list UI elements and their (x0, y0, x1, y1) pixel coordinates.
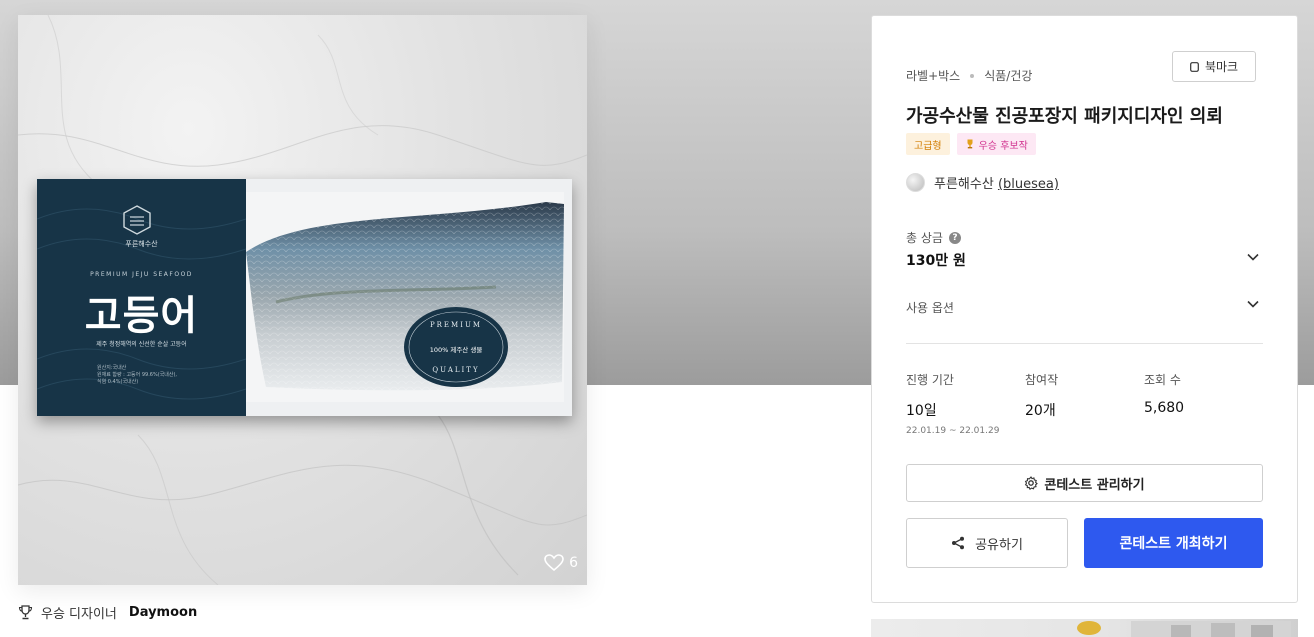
package-info-line: 원산지:국내산 (97, 365, 127, 371)
mackerel-fillet-image: PREMIUM 100% 제주산 생물 QUALITY (246, 202, 564, 391)
avatar (906, 173, 925, 192)
like-counter[interactable]: 6 (544, 554, 578, 572)
package-label-panel: 푸른해수산 PREMIUM JEJU SEAFOOD 고등어 제주 청정해역의 … (37, 179, 246, 416)
grade-badge: 고급형 (906, 133, 950, 155)
share-button[interactable]: 공유하기 (906, 518, 1068, 568)
trophy-icon (18, 605, 33, 620)
stat-label: 진행 기간 (906, 373, 954, 387)
chevron-down-icon[interactable] (1246, 250, 1260, 264)
manage-contest-button[interactable]: 콘테스트 관리하기 (906, 464, 1263, 502)
designer-prefix: 우승 디자이너 (41, 607, 117, 622)
stat-period: 진행 기간 10일 22.01.19 ~ 22.01.29 (906, 371, 999, 436)
stat-entries: 참여작 20개 (1025, 371, 1058, 420)
contest-info-panel: 라벨+박스 식품/건강 북마크 가공수산물 진공포장지 패키지디자인 의뢰 고급… (871, 15, 1298, 603)
host-id[interactable]: (bluesea) (998, 177, 1059, 192)
category-secondary[interactable]: 식품/건강 (984, 67, 1032, 84)
preview-graphic (1077, 621, 1291, 637)
next-item-preview[interactable] (871, 619, 1298, 637)
bookmark-label: 북마크 (1204, 60, 1239, 74)
prize-value: 130만 원 (906, 253, 966, 269)
seal-center-text: 100% 제주산 생물 (430, 345, 483, 354)
period-range: 22.01.19 ~ 22.01.29 (906, 426, 1000, 436)
bookmark-button[interactable]: 북마크 (1172, 51, 1256, 82)
package-window: PREMIUM 100% 제주산 생물 QUALITY (246, 192, 564, 402)
contest-title: 가공수산물 진공포장지 패키지디자인 의뢰 (906, 106, 1223, 127)
chevron-down-icon[interactable] (1246, 297, 1260, 311)
category-breadcrumb: 라벨+박스 식품/건강 (906, 67, 1032, 84)
heart-icon (544, 554, 564, 572)
category-primary[interactable]: 라벨+박스 (906, 67, 960, 84)
divider (906, 343, 1263, 344)
package-english: PREMIUM JEJU SEAFOOD (90, 271, 193, 278)
stat-value: 10일 (906, 403, 937, 419)
host-contest-button[interactable]: 콘테스트 개최하기 (1084, 518, 1263, 568)
package-box: 푸른해수산 PREMIUM JEJU SEAFOOD 고등어 제주 청정해역의 … (37, 179, 572, 416)
package-info-line: 원재료 함량 : 고등어 99.6%(국내산), (97, 372, 178, 378)
package-subtitle: 제주 청정해역의 신선한 순살 고등어 (96, 341, 187, 348)
option-label: 사용 옵션 (906, 301, 954, 315)
designer-name[interactable]: Daymoon (129, 605, 197, 620)
package-info-line: 식염 0.4%(국내산) (97, 379, 139, 385)
seal-bottom-text: QUALITY (432, 366, 479, 374)
help-icon[interactable]: ? (948, 231, 961, 244)
trophy-icon (967, 139, 973, 149)
stat-value: 20개 (1025, 403, 1056, 419)
prize-label-text: 총 상금 (906, 231, 943, 245)
stat-value: 5,680 (1144, 400, 1185, 416)
like-count: 6 (569, 555, 578, 571)
winner-candidate-badge: 우승 후보작 (956, 133, 1036, 155)
package-brand: 푸른해수산 (125, 240, 158, 248)
share-label: 공유하기 (975, 537, 1023, 553)
prize-label: 총 상금 ? (906, 229, 961, 246)
package-info: 원산지:국내산 원재료 함량 : 고등어 99.6%(국내산), 식염 0.4%… (97, 365, 177, 386)
seal-top-text: PREMIUM (430, 321, 482, 329)
stat-label: 조회 수 (1144, 373, 1181, 387)
manage-contest-label: 콘테스트 관리하기 (1044, 477, 1145, 493)
stat-label: 참여작 (1025, 373, 1059, 387)
host-info[interactable]: 푸른해수산 (bluesea) (906, 173, 1059, 192)
package-title: 고등어 (84, 293, 199, 339)
host-name: 푸른해수산 (934, 177, 994, 192)
badge-group: 고급형 우승 후보작 (906, 133, 1036, 155)
winner-candidate-label: 우승 후보작 (978, 140, 1028, 152)
product-image[interactable]: 푸른해수산 PREMIUM JEJU SEAFOOD 고등어 제주 청정해역의 … (18, 15, 587, 585)
share-icon (952, 536, 965, 550)
breadcrumb-separator (970, 73, 975, 78)
bookmark-icon (1190, 61, 1199, 72)
brand-logo-icon (123, 205, 151, 235)
winner-designer: 우승 디자이너 Daymoon (18, 603, 197, 622)
host-contest-label: 콘테스트 개최하기 (1119, 536, 1228, 552)
stat-views: 조회 수 5,680 (1144, 371, 1184, 416)
gear-icon (1025, 476, 1039, 490)
